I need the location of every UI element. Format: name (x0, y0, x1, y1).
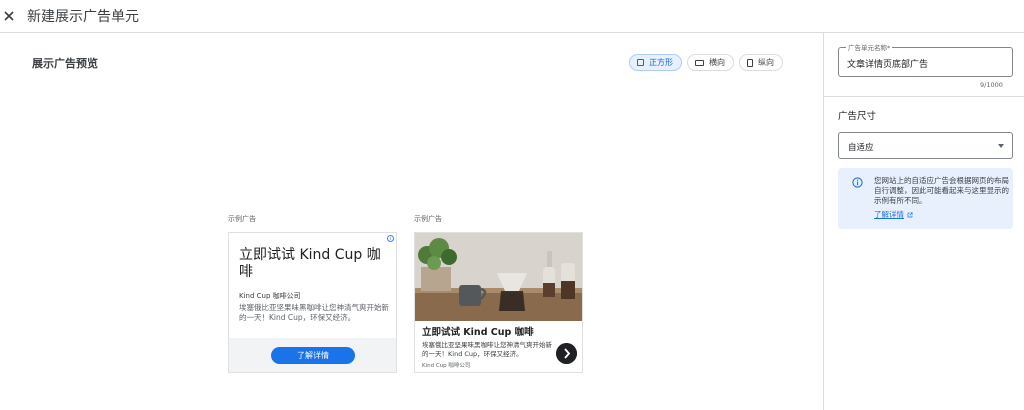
ad-size-value: 自适应 (848, 143, 874, 153)
ad-size-select[interactable]: 自适应 (838, 132, 1013, 159)
ad-unit-name-field[interactable]: 广告单元名称* 文章详情页底部广告 (838, 42, 1013, 77)
info-text: 您网站上的自适应广告会根据网页的布局自行调整，因此可能看起来与这里显示的示例有所… (874, 176, 1009, 205)
char-counter: 9/1000 (980, 81, 1003, 89)
text-ad-footer: 了解详情 (229, 338, 396, 372)
learn-more-button[interactable]: 了解详情 (271, 347, 355, 364)
chip-square[interactable]: 正方形 (629, 54, 682, 71)
top-bar: 新建展示广告单元 (0, 0, 1024, 33)
external-link-icon (907, 212, 913, 218)
ad-unit-name-value[interactable]: 文章详情页底部广告 (847, 57, 928, 70)
chip-portrait-label: 纵向 (758, 58, 774, 67)
learn-more-link-text[interactable]: 了解详情 (874, 210, 904, 219)
image-ad-advertiser: Kind Cup 咖啡公司 (422, 363, 471, 369)
panel-divider (823, 33, 824, 410)
chip-landscape-label: 横向 (709, 58, 725, 67)
page-title: 新建展示广告单元 (27, 9, 139, 25)
landscape-icon (695, 59, 704, 66)
image-ad-headline: 立即试试 Kind Cup 咖啡 (422, 327, 534, 338)
chevron-right-icon[interactable] (556, 343, 577, 364)
portrait-icon (747, 58, 753, 67)
image-ad-card[interactable]: 立即试试 Kind Cup 咖啡 埃塞俄比亚坚果味黑咖啡让您神清气爽开始新的一天… (414, 232, 583, 373)
image-ad-label: 示例广告 (414, 215, 442, 223)
chip-landscape[interactable]: 横向 (687, 54, 734, 71)
square-icon (637, 59, 644, 66)
text-ad-card[interactable]: i 立即试试 Kind Cup 咖啡 Kind Cup 咖啡公司 埃塞俄比亚坚果… (228, 232, 397, 373)
dropdown-caret-icon (998, 144, 1004, 148)
chip-square-label: 正方形 (649, 58, 673, 67)
settings-divider (824, 96, 1024, 97)
format-chip-group: 正方形 横向 纵向 (629, 54, 783, 71)
text-ad-description: 埃塞俄比亚坚果味黑咖啡让您神清气爽开始新的一天！Kind Cup，环保又经济。 (239, 303, 389, 322)
close-icon[interactable] (2, 9, 16, 23)
learn-more-link[interactable]: 了解详情 (874, 209, 913, 220)
ad-size-title: 广告尺寸 (838, 111, 877, 122)
ad-unit-name-label: 广告单元名称* (846, 42, 893, 52)
text-ad-headline: 立即试试 Kind Cup 咖啡 (239, 247, 381, 280)
chip-portrait[interactable]: 纵向 (739, 54, 783, 71)
image-ad-description: 埃塞俄比亚坚果味黑咖啡让您神清气爽开始新的一天！Kind Cup，环保又经济。 (422, 341, 552, 358)
info-box: 您网站上的自适应广告会根据网页的布局自行调整，因此可能看起来与这里显示的示例有所… (838, 168, 1013, 229)
preview-section-title: 展示广告预览 (32, 57, 98, 70)
text-ad-label: 示例广告 (228, 215, 256, 223)
ad-info-icon[interactable]: i (387, 235, 394, 242)
coffee-photo (415, 233, 582, 321)
info-icon (852, 177, 863, 188)
text-ad-advertiser: Kind Cup 咖啡公司 (239, 292, 301, 300)
